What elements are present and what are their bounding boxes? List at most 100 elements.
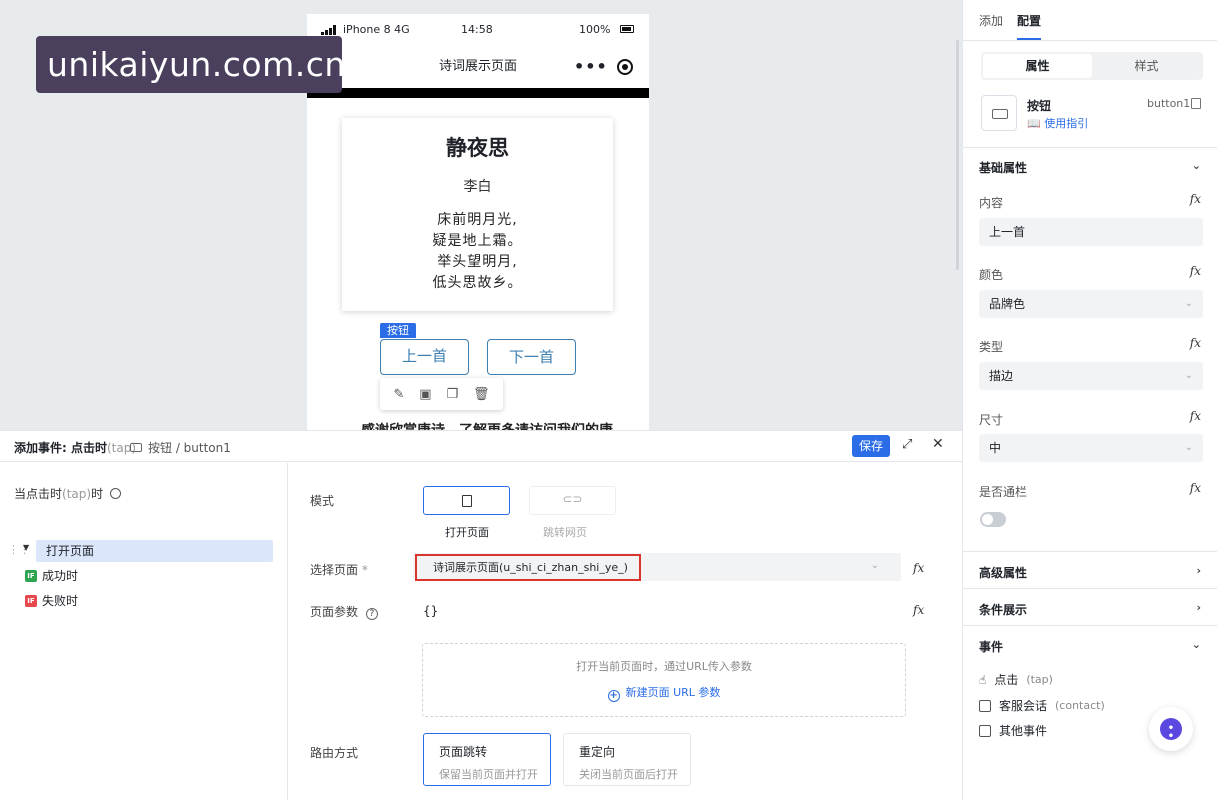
segment-style[interactable]: 样式 xyxy=(1092,54,1201,78)
fx-icon[interactable]: fx xyxy=(1190,481,1201,495)
fx-icon[interactable]: fx xyxy=(1190,264,1201,278)
mode-caption: 打开页面 xyxy=(445,526,489,539)
block-toggle[interactable] xyxy=(980,512,1006,527)
phone-nav-bar: 诗词展示页面 ••• xyxy=(307,46,649,88)
if-badge-icon: IF xyxy=(25,569,37,582)
trigger-sub: (tap) xyxy=(62,487,92,501)
chevron-down-icon: ⌄ xyxy=(1184,298,1193,309)
section-title: 基础属性 xyxy=(979,161,1028,175)
size-label-row: 尺寸 fx xyxy=(979,409,1201,428)
caret-down-icon[interactable]: ▼ xyxy=(23,543,29,552)
chevron-right-icon: › xyxy=(1196,564,1201,577)
chevron-down-icon: ⌄ xyxy=(1191,638,1201,651)
section-title: 事件 xyxy=(979,640,1004,654)
mode-caption: 跳转网页 xyxy=(543,526,587,539)
carrier-label: iPhone 8 4G xyxy=(343,23,410,36)
help-icon[interactable]: ? xyxy=(365,608,378,620)
component-path: 按钮 / button1 xyxy=(130,439,231,456)
tap-icon: ☝ xyxy=(979,672,987,687)
fx-icon[interactable]: fx xyxy=(1190,192,1201,206)
select-value: 中 xyxy=(989,441,1002,455)
branch-label: 成功时 xyxy=(42,569,79,583)
poem-card[interactable]: 静夜思 李白 床前明月光, 疑是地上霜。 举头望明月, 低头思故乡。 xyxy=(342,118,613,311)
page-title: 诗词展示页面 xyxy=(438,59,517,74)
mode-open-page[interactable] xyxy=(423,486,510,515)
header-divider xyxy=(307,88,649,98)
poem-body: 床前明月光, 疑是地上霜。 举头望明月, 低头思故乡。 xyxy=(342,210,613,294)
usage-guide-link[interactable]: 📖 使用指引 xyxy=(1027,115,1088,131)
color-label-row: 颜色 fx xyxy=(979,264,1201,283)
component-id: button1 xyxy=(1147,97,1191,110)
field-label: 是否通栏 xyxy=(979,485,1028,499)
branch-success[interactable]: IF 成功时 xyxy=(25,567,78,584)
bot-face-icon: • • xyxy=(1167,723,1175,742)
params-dropzone: 打开当前页面时，通过URL传入参数 + 新建页面 URL 参数 xyxy=(422,643,906,717)
route-label: 路由方式 xyxy=(310,746,359,760)
action-config: 模式 打开页面 ⊂⊃ 跳转网页 选择页面 * ⌄ 诗词展示页面(u_shi_ci… xyxy=(289,463,962,800)
add-url-param-button[interactable]: + 新建页面 URL 参数 xyxy=(423,684,905,702)
selected-page-value[interactable]: 诗词展示页面(u_shi_ci_zhan_shi_ye_) xyxy=(415,554,641,581)
expand-icon[interactable]: ⤢ xyxy=(902,437,912,452)
fx-icon[interactable]: fx xyxy=(1190,336,1201,350)
field-label: 类型 xyxy=(979,340,1004,354)
close-icon[interactable]: ✕ xyxy=(932,436,944,452)
event-tap[interactable]: ☝ 点击 (tap) xyxy=(979,671,1053,688)
color-select[interactable]: 品牌色 ⌄ xyxy=(979,290,1203,318)
event-panel-header: 添加事件: 点击时(tap) 按钮 / button1 保存 ⤢ ✕ xyxy=(0,431,962,462)
event-sub: (contact) xyxy=(1055,699,1105,712)
basic-properties-header[interactable]: 基础属性 ⌄ xyxy=(979,159,1201,176)
save-icon[interactable]: ▣ xyxy=(419,387,431,402)
trigger-label: 当点击时(tap)时 xyxy=(14,485,121,502)
segment-properties[interactable]: 属性 xyxy=(983,54,1092,78)
branch-label: 失败时 xyxy=(42,594,79,608)
chevron-right-icon: › xyxy=(1196,601,1201,614)
copy-icon[interactable]: ❐ xyxy=(446,387,458,402)
fx-icon[interactable]: fx xyxy=(1190,409,1201,423)
plus-icon: + xyxy=(607,690,620,702)
size-select[interactable]: 中 ⌄ xyxy=(979,434,1203,462)
record-target-icon[interactable] xyxy=(617,59,633,75)
chevron-down-icon: ⌄ xyxy=(1184,370,1193,381)
tab-config[interactable]: 配置 xyxy=(1017,12,1042,40)
phone-preview: iPhone 8 4G 14:58 100% 诗词展示页面 ••• 静夜思 李白… xyxy=(307,14,649,430)
field-label: 颜色 xyxy=(979,268,1004,282)
edit-icon[interactable]: ✎ xyxy=(393,387,404,402)
watermark: unikaiyun.com.cn xyxy=(36,36,345,93)
prev-poem-button[interactable]: 上一首 xyxy=(380,339,469,375)
route-navigate[interactable]: 页面跳转 保留当前页面并打开 xyxy=(423,733,551,786)
canvas-scrollbar[interactable] xyxy=(956,40,959,270)
link-icon: ⊂⊃ xyxy=(562,492,583,506)
trigger-text: 当点击时 xyxy=(14,487,63,501)
events-header[interactable]: 事件 ⌄ xyxy=(979,638,1201,655)
title-text: 添加事件: 点击时 xyxy=(14,441,107,455)
event-contact[interactable]: 客服会话 (contact) xyxy=(979,697,1105,714)
content-input[interactable]: 上一首 xyxy=(979,218,1203,246)
fx-icon[interactable]: fx xyxy=(913,561,924,575)
params-value[interactable]: {} xyxy=(423,604,438,618)
select-value: 品牌色 xyxy=(989,297,1026,311)
tab-add[interactable]: 添加 xyxy=(979,12,1003,29)
next-poem-button[interactable]: 下一首 xyxy=(487,339,576,375)
route-redirect[interactable]: 重定向 关闭当前页面后打开 xyxy=(563,733,691,786)
advanced-properties-header[interactable]: 高级属性 › xyxy=(979,564,1201,581)
event-label: 客服会话 xyxy=(999,699,1048,713)
route-title: 页面跳转 xyxy=(439,745,488,759)
route-desc: 关闭当前页面后打开 xyxy=(579,768,678,781)
condition-display-header[interactable]: 条件展示 › xyxy=(979,601,1201,618)
save-button[interactable]: 保存 xyxy=(852,435,890,457)
poem-line: 疑是地上霜。 xyxy=(432,233,523,249)
poem-line: 低头思故乡。 xyxy=(432,275,523,291)
if-badge-icon: IF xyxy=(25,594,37,607)
fx-icon[interactable]: fx xyxy=(913,603,924,617)
params-label: 页面参数 ? xyxy=(310,603,378,620)
mode-open-url[interactable]: ⊂⊃ xyxy=(529,486,616,515)
event-other[interactable]: 其他事件 xyxy=(979,722,1047,739)
more-dots-icon[interactable]: ••• xyxy=(574,46,608,88)
delete-icon[interactable]: 🗑 xyxy=(473,387,490,402)
gear-icon[interactable] xyxy=(109,488,121,499)
branch-fail[interactable]: IF 失败时 xyxy=(25,592,78,609)
poem-line: 床前明月光, xyxy=(437,212,518,228)
type-select[interactable]: 描边 ⌄ xyxy=(979,362,1203,390)
action-open-page[interactable]: 打开页面 xyxy=(36,540,273,562)
copy-id-icon[interactable] xyxy=(1191,98,1201,109)
